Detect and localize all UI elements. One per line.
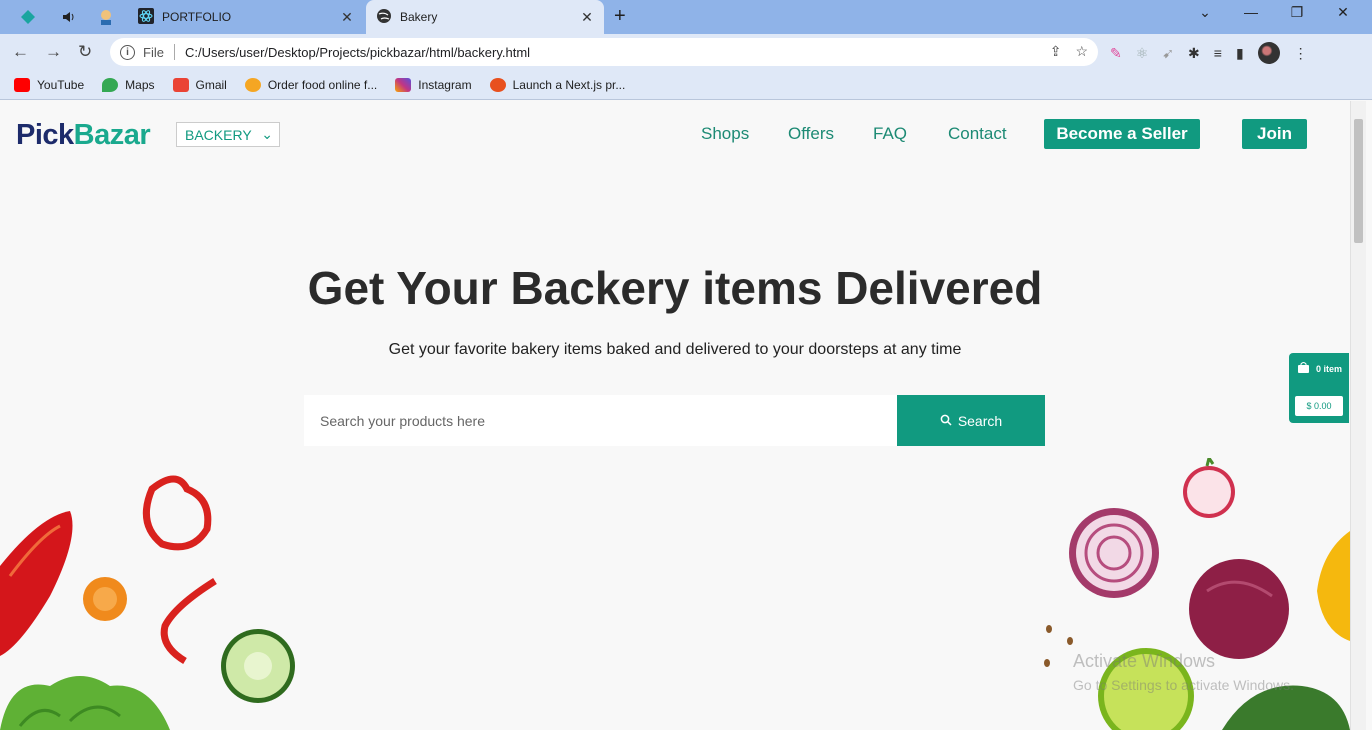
cart-item-count: 0 item (1316, 363, 1343, 374)
search-input[interactable] (304, 395, 897, 446)
red-onion-image (1189, 559, 1289, 659)
close-icon[interactable]: ✕ (338, 9, 356, 26)
category-select-value: BACKERY (185, 126, 252, 143)
page-viewport: PickBazar BACKERY ⌄ Shops Offers FAQ Con… (0, 101, 1350, 730)
red-pepper-slice-image (0, 511, 73, 656)
cart-widget[interactable]: 0 item $ 0.00 (1289, 353, 1349, 423)
bookmark-nextjs[interactable]: Launch a Next.js pr... (489, 77, 626, 92)
media-control-icon[interactable]: ≡ (1214, 45, 1222, 61)
info-icon: i (120, 44, 135, 60)
shopping-bag-icon (1297, 361, 1310, 376)
swiggy-icon (244, 77, 261, 92)
new-tab-icon[interactable]: + (614, 5, 626, 28)
logo-part-pick: Pick (16, 119, 74, 151)
url-text[interactable]: C:/Users/user/Desktop/Projects/pickbazar… (185, 45, 530, 60)
bookmark-label: Gmail (195, 77, 227, 92)
globe-icon (376, 8, 392, 27)
windows-activation-title: Activate Windows (1073, 651, 1216, 671)
puzzle-extensions-icon[interactable]: ✱ (1188, 45, 1200, 62)
minimize-icon[interactable]: — (1236, 4, 1266, 20)
pinned-tab-speaker-icon[interactable] (57, 6, 79, 28)
cart-total: $ 0.00 (1295, 396, 1343, 416)
bookmark-instagram[interactable]: Instagram (395, 77, 472, 92)
search-button[interactable]: Search (897, 395, 1045, 446)
profile-avatar[interactable] (1257, 42, 1280, 64)
cursor-extension-icon[interactable]: ➹ (1162, 45, 1174, 62)
bookmark-maps[interactable]: Maps (102, 77, 155, 92)
pinned-tab-avatar-icon[interactable] (95, 6, 117, 28)
back-icon[interactable]: ← (12, 42, 29, 62)
restore-icon[interactable]: ❐ (1282, 4, 1312, 21)
pinned-tab-diamond-icon[interactable] (17, 6, 39, 28)
forward-icon[interactable]: → (45, 42, 62, 62)
bookmark-star-icon[interactable]: ☆ (1075, 43, 1088, 60)
tab-title: Bakery (400, 10, 438, 24)
hero-title: Get Your Backery items Delivered (307, 262, 1043, 314)
bookmark-order-food[interactable]: Order food online f... (244, 77, 378, 92)
zeplin-icon (489, 77, 506, 92)
join-button[interactable]: Join (1242, 119, 1307, 149)
nav-contact[interactable]: Contact (948, 124, 1007, 144)
scheme-label: File (143, 44, 164, 60)
tab-title: PORTFOLIO (162, 10, 232, 24)
carrot-slice-image (83, 577, 127, 621)
extensions-area: ✎ ⚛ ➹ ✱ ≡ ▮ ⋮ (1110, 42, 1308, 64)
divider (173, 44, 175, 60)
tab-bakery[interactable]: Bakery ✕ (366, 0, 604, 34)
become-seller-button[interactable]: Become a Seller (1044, 119, 1200, 149)
react-devtools-extension-icon[interactable]: ⚛ (1136, 45, 1149, 62)
share-icon[interactable]: ⇪ (1050, 43, 1062, 60)
pepper-ring-image (142, 475, 212, 551)
reload-icon[interactable]: ↻ (78, 42, 92, 62)
menu-dots-icon[interactable]: ⋮ (1294, 45, 1308, 62)
address-bar[interactable]: i File C:/Users/user/Desktop/Projects/pi… (110, 38, 1098, 66)
nav-faq[interactable]: FAQ (873, 124, 907, 144)
nav-offers[interactable]: Offers (788, 124, 834, 144)
maps-icon (102, 77, 119, 92)
radish-slice-image (1183, 458, 1235, 518)
bookmark-label: YouTube (37, 77, 85, 92)
category-select[interactable]: BACKERY ⌄ (176, 122, 280, 147)
windows-activation-subtitle: Go to Settings to activate Windows. (1073, 677, 1294, 693)
scrollbar-thumb[interactable] (1354, 119, 1363, 243)
search-icon (940, 413, 952, 429)
yellow-pepper-image (1317, 531, 1350, 641)
react-icon (138, 7, 154, 27)
red-onion-slice-image (1069, 508, 1159, 598)
bookmark-label: Launch a Next.js pr... (512, 77, 626, 92)
pepper-strip-image (160, 578, 217, 665)
search-bar: Search (304, 395, 1045, 446)
bookmark-gmail[interactable]: Gmail (172, 77, 227, 92)
browser-tab-strip: PORTFOLIO ✕ Bakery ✕ + ⌄ — ❐ ✕ (0, 0, 1372, 34)
side-panel-icon[interactable]: ▮ (1236, 45, 1244, 62)
chevron-down-icon: ⌄ (261, 126, 273, 142)
lettuce-image (0, 676, 170, 730)
logo-part-bazar: Bazar (73, 119, 151, 151)
cucumber-slice-image (221, 629, 295, 703)
bookmark-label: Instagram (418, 77, 472, 92)
gmail-icon (172, 77, 189, 92)
nav-shops[interactable]: Shops (701, 124, 749, 144)
tab-search-chevron-icon[interactable]: ⌄ (1190, 4, 1220, 21)
site-logo[interactable]: PickBazar (16, 119, 151, 152)
page-scrollbar[interactable] (1350, 101, 1366, 730)
bookmarks-bar: YouTube Maps Gmail Order food online f..… (0, 70, 1372, 100)
color-picker-extension-icon[interactable]: ✎ (1110, 45, 1122, 62)
window-close-icon[interactable]: ✕ (1328, 4, 1358, 21)
tab-portfolio[interactable]: PORTFOLIO ✕ (128, 0, 364, 34)
search-button-label: Search (957, 412, 1003, 429)
instagram-icon (395, 77, 412, 92)
site-info[interactable]: i File (120, 44, 164, 60)
bookmark-label: Maps (125, 77, 155, 92)
youtube-icon (14, 77, 30, 92)
close-icon[interactable]: ✕ (578, 9, 596, 26)
bookmark-label: Order food online f... (267, 77, 378, 92)
bookmark-youtube[interactable]: YouTube (14, 77, 85, 92)
hero-subtitle: Get your favorite bakery items baked and… (388, 341, 962, 358)
